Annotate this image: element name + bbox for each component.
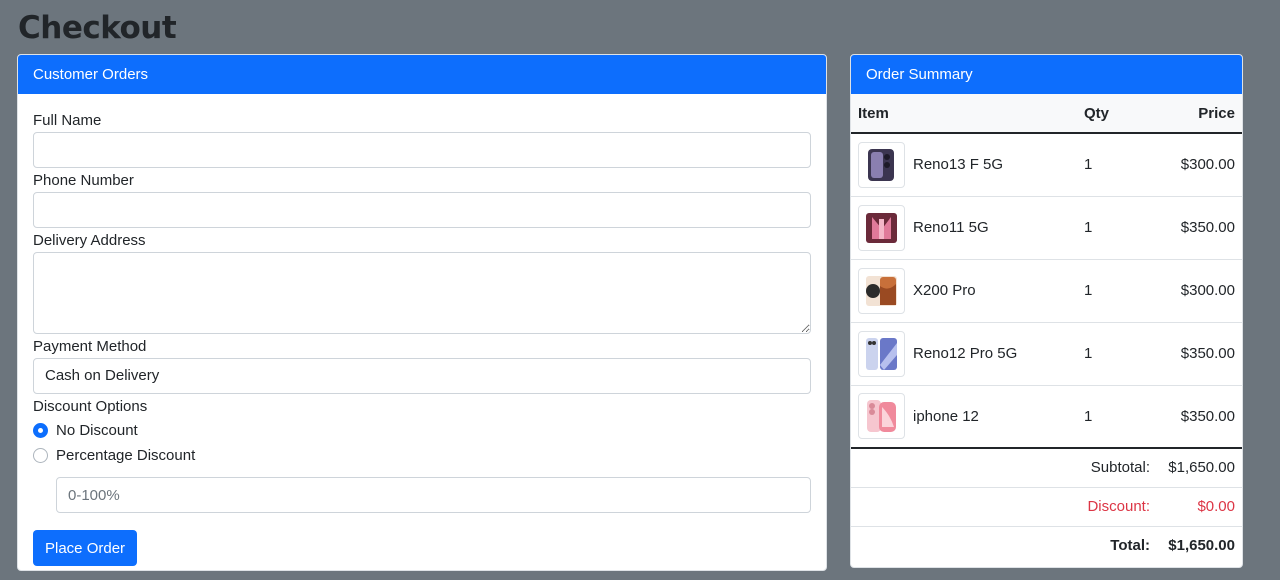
no-discount-option[interactable]: No Discount [33, 418, 811, 443]
subtotal-value: $1,650.00 [1168, 459, 1235, 477]
item-price: $350.00 [1180, 219, 1235, 236]
order-summary-table: Item Qty Price Reno13 F 5G 1 $300.00 Ren… [851, 94, 1242, 565]
phone-number-input[interactable] [33, 192, 811, 228]
phone-thumbnail-icon [858, 204, 905, 251]
item-qty: 1 [1084, 282, 1093, 299]
full-name-input[interactable] [33, 132, 811, 168]
payment-method-value: Cash on Delivery [45, 367, 160, 384]
order-summary-header: Order Summary [851, 55, 1242, 94]
delivery-address-label: Delivery Address [33, 232, 146, 249]
place-order-button[interactable]: Place Order [33, 530, 138, 566]
price-column-header: Price [1198, 104, 1235, 122]
phone-thumbnail-icon [858, 267, 905, 314]
percentage-discount-radio[interactable] [33, 448, 48, 463]
item-price: $300.00 [1180, 282, 1235, 299]
item-name: X200 Pro [913, 282, 976, 299]
item-name: iphone 12 [913, 407, 979, 425]
table-row: Reno12 Pro 5G 1 $350.00 [851, 322, 1242, 385]
qty-column-header: Qty [1084, 104, 1110, 122]
item-price: $350.00 [1180, 345, 1235, 362]
item-qty: 1 [1084, 156, 1093, 174]
order-summary-card: Order Summary Item Qty Price Reno13 F 5G… [850, 54, 1243, 568]
phone-number-label: Phone Number [33, 172, 134, 189]
total-row: Total: $1,650.00 [851, 526, 1242, 565]
no-discount-radio[interactable] [33, 423, 48, 438]
item-qty: 1 [1084, 219, 1093, 236]
discount-options-label: Discount Options [33, 398, 148, 415]
item-name: Reno11 5G [913, 219, 989, 236]
order-form: Full Name Phone Number Delivery Address … [18, 94, 826, 566]
customer-orders-card: Customer Orders Full Name Phone Number D… [17, 54, 827, 571]
payment-method-select[interactable]: Cash on Delivery [33, 358, 811, 394]
full-name-label: Full Name [33, 112, 102, 129]
discount-label: Discount: [1087, 498, 1150, 515]
item-qty: 1 [1084, 407, 1093, 425]
table-header-row: Item Qty Price [851, 94, 1242, 133]
table-row: X200 Pro 1 $300.00 [851, 259, 1242, 322]
customer-orders-header: Customer Orders [18, 55, 826, 94]
page-title: Checkout [18, 10, 177, 46]
table-row: Reno13 F 5G 1 $300.00 [851, 133, 1242, 196]
subtotal-row: Subtotal: $1,650.00 [851, 448, 1242, 487]
item-column-header: Item [858, 104, 889, 122]
table-row: Reno11 5G 1 $350.00 [851, 196, 1242, 259]
total-value: $1,650.00 [1168, 537, 1235, 555]
item-price: $300.00 [1180, 156, 1235, 174]
subtotal-label: Subtotal: [1090, 459, 1150, 477]
total-label: Total: [1110, 537, 1150, 555]
phone-thumbnail-icon [858, 330, 905, 377]
percentage-discount-option[interactable]: Percentage Discount [33, 443, 811, 468]
no-discount-label: No Discount [56, 422, 138, 439]
delivery-address-textarea[interactable] [33, 252, 811, 334]
discount-row: Discount: $0.00 [851, 487, 1242, 526]
phone-thumbnail-icon [858, 141, 905, 188]
item-name: Reno12 Pro 5G [913, 345, 1018, 362]
item-name: Reno13 F 5G [913, 156, 1004, 174]
percentage-discount-label: Percentage Discount [56, 447, 196, 464]
table-row: iphone 12 1 $350.00 [851, 385, 1242, 448]
discount-value: $0.00 [1197, 498, 1235, 515]
item-price: $350.00 [1180, 407, 1235, 425]
discount-percentage-input[interactable] [56, 477, 811, 513]
item-qty: 1 [1084, 345, 1093, 362]
phone-thumbnail-icon [858, 393, 905, 440]
payment-method-label: Payment Method [33, 338, 147, 355]
